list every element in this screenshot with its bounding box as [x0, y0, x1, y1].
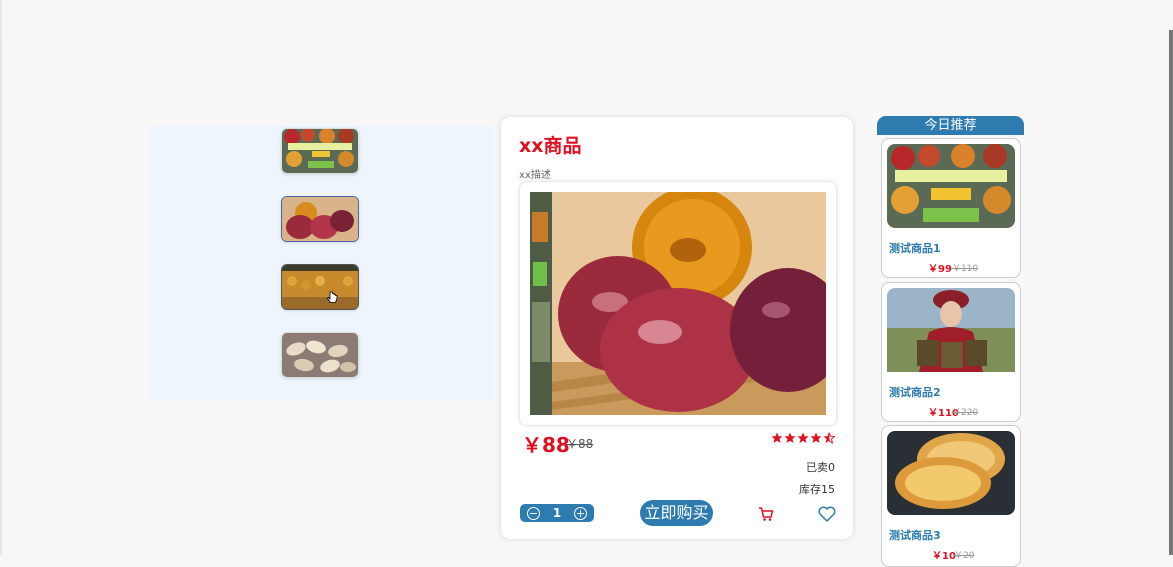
- rating-stars: [771, 432, 836, 448]
- top-header-bar: [0, 0, 1173, 43]
- recommend-item-price: ￥99: [928, 264, 952, 275]
- recommend-item[interactable]: 测试商品2 ￥110 ￥220: [881, 282, 1021, 422]
- recommend-item-name: 测试商品1: [889, 242, 941, 255]
- sold-count: 已卖0: [806, 461, 835, 474]
- recommend-item-original-price: ￥110: [952, 264, 979, 274]
- increase-button[interactable]: +: [573, 506, 587, 520]
- star-icon: [784, 432, 796, 443]
- thumbnail-dried-apricots[interactable]: [281, 264, 359, 310]
- thumbnail-dried-fruits[interactable]: [281, 128, 359, 174]
- recommend-header: 今日推荐: [877, 116, 1024, 135]
- thumbnail-panel: [148, 126, 494, 400]
- dried-apricots-image: [282, 265, 358, 309]
- star-icon: [771, 432, 783, 443]
- buy-now-button[interactable]: 立即购买: [640, 500, 713, 526]
- product-main-image: [530, 192, 826, 415]
- recommend-item-name: 测试商品3: [889, 529, 941, 542]
- scrollbar[interactable]: [1169, 30, 1173, 555]
- page-edge: [0, 0, 2, 555]
- recommend-item-image: [887, 288, 1015, 372]
- star-icon: [810, 432, 822, 443]
- recommend-item-image: [887, 144, 1015, 228]
- decrease-button[interactable]: −: [527, 506, 540, 520]
- quantity-stepper: − 1 +: [520, 504, 594, 522]
- recommend-item-image: [887, 431, 1015, 515]
- product-description: xx描述: [519, 170, 551, 181]
- half-star-icon: [823, 432, 829, 443]
- recommend-item[interactable]: 测试商品1 ￥99 ￥110: [881, 138, 1021, 278]
- recommend-item[interactable]: 测试商品3 ￥10 ￥20: [881, 425, 1021, 567]
- plums-image: [282, 197, 358, 241]
- seeds-image: [282, 333, 358, 377]
- cart-icon[interactable]: [758, 506, 774, 522]
- dried-fruits-image: [282, 129, 358, 173]
- hand-cursor-icon: [327, 291, 338, 303]
- recommend-item-original-price: ￥220: [952, 408, 979, 418]
- thumbnail-plums[interactable]: [281, 196, 359, 242]
- product-price: ￥88: [522, 433, 570, 457]
- quantity-value: 1: [552, 506, 562, 520]
- product-title: xx商品: [519, 135, 582, 157]
- heart-icon[interactable]: [818, 506, 836, 522]
- star-icon: [797, 432, 809, 443]
- product-card: xx商品 xx描述 ￥88 ￥88 已卖0 库存15 − 1 + 立即购买: [501, 117, 853, 539]
- product-original-price: ￥88: [566, 437, 594, 451]
- product-image-carousel[interactable]: [519, 181, 837, 426]
- stock-count: 库存15: [799, 483, 835, 496]
- thumbnail-seeds[interactable]: [281, 332, 359, 378]
- recommend-item-name: 测试商品2: [889, 386, 941, 399]
